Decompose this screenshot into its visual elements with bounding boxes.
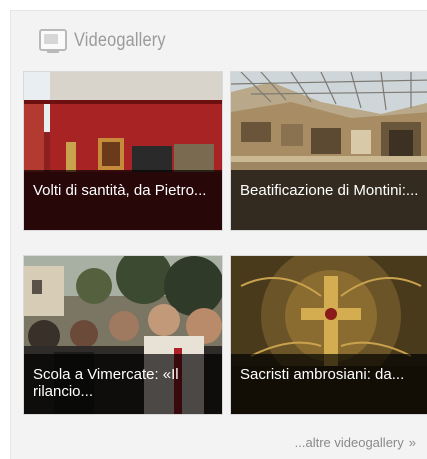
- video-caption: Sacristi ambrosiani: da...: [231, 354, 427, 414]
- widget-header: Videogallery: [39, 27, 181, 55]
- more-videogallery-link[interactable]: ...altre videogallery »: [295, 435, 416, 450]
- widget-title: Videogallery: [74, 30, 166, 51]
- videogallery-widget: Videogallery Volti di santità, da Pietro…: [10, 10, 427, 459]
- video-caption: Volti di santità, da Pietro...: [24, 170, 222, 230]
- video-tile-4[interactable]: Sacristi ambrosiani: da...: [230, 255, 427, 415]
- more-link-label: ...altre videogallery: [294, 435, 404, 450]
- video-tile-2[interactable]: Beatificazione di Montini:...: [230, 71, 427, 231]
- video-tile-3[interactable]: Scola a Vimercate: «Il rilancio...: [23, 255, 223, 415]
- video-caption: Beatificazione di Montini:...: [231, 170, 427, 230]
- video-caption: Scola a Vimercate: «Il rilancio...: [24, 354, 222, 414]
- double-chevron-right-icon: »: [408, 435, 416, 450]
- video-tile-1[interactable]: Volti di santità, da Pietro...: [23, 71, 223, 231]
- tv-icon: [39, 29, 67, 53]
